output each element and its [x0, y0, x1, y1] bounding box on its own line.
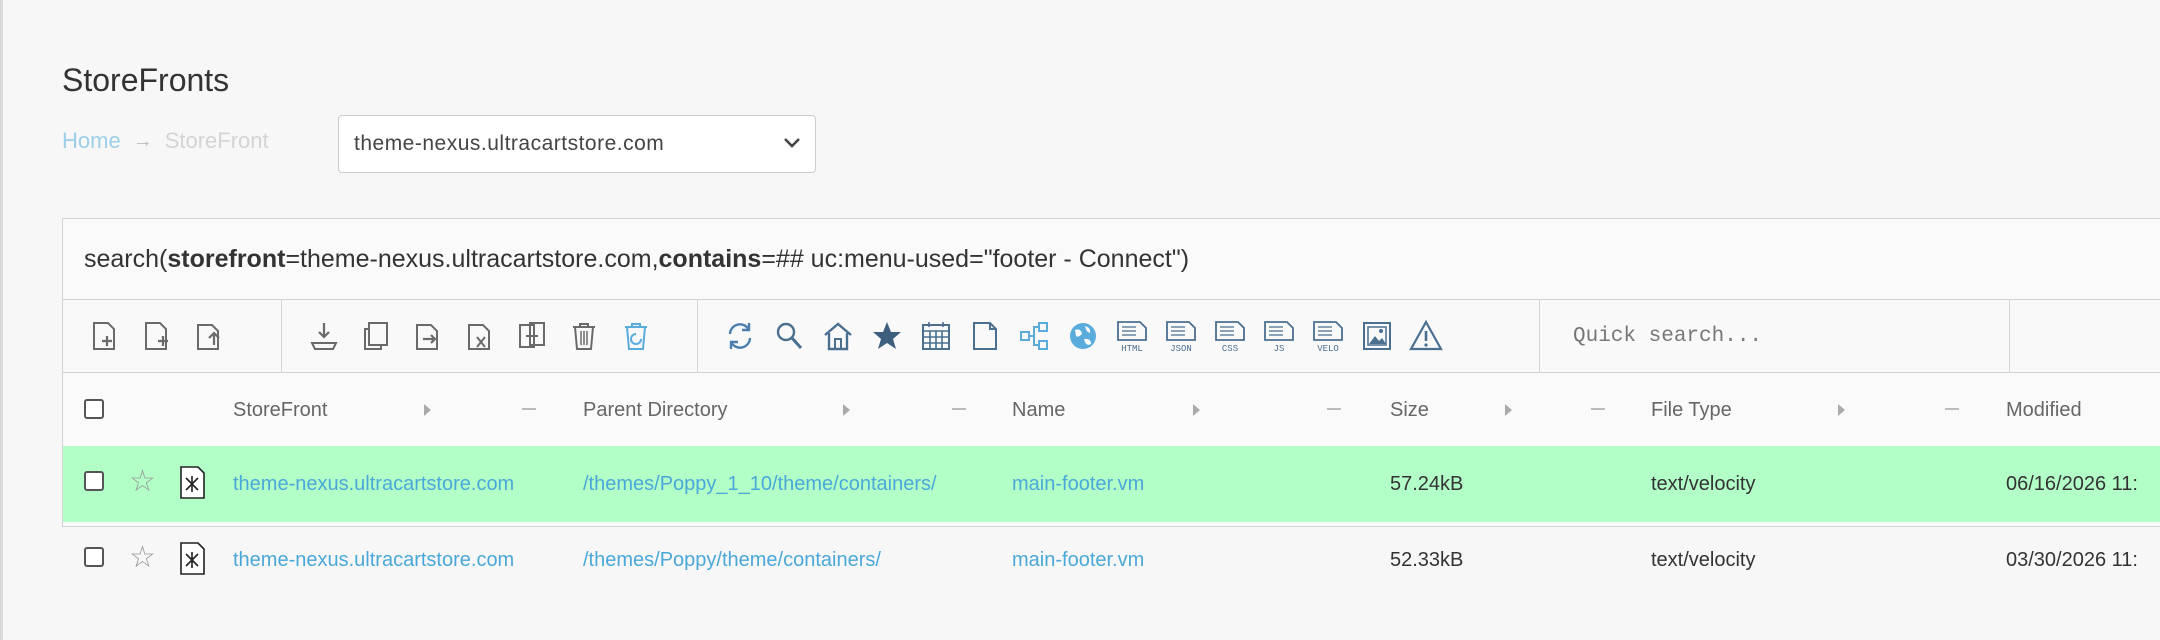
cell-size: 57.24kB: [1390, 472, 1464, 495]
column-filter-icon[interactable]: [1327, 408, 1341, 410]
globe-icon[interactable]: [1065, 318, 1101, 354]
cell-modified: 06/16/2026 11:: [2006, 472, 2138, 495]
folder-icon[interactable]: [967, 318, 1003, 354]
search-param-storefront-value: =theme-nexus.ultracartstore.com,: [285, 244, 659, 273]
hierarchy-icon[interactable]: [1016, 318, 1052, 354]
toolbar-group-create: [63, 300, 282, 372]
cell-size: 52.33kB: [1390, 548, 1464, 571]
velocity-file-icon: [180, 542, 205, 575]
copy-icon[interactable]: [358, 318, 394, 354]
file-browser-panel: search(storefront =theme-nexus.ultracarts…: [62, 218, 2160, 575]
search-param-contains-value: =## uc:menu-used="footer - Connect"): [761, 244, 1190, 273]
column-header-modified[interactable]: Modified: [2006, 373, 2082, 447]
toolbar: HTML JSON CSS JS VELO: [63, 300, 2160, 373]
upload-icon[interactable]: [191, 318, 227, 354]
column-filter-icon[interactable]: [522, 408, 536, 410]
warning-icon[interactable]: [1408, 318, 1444, 354]
storefront-select[interactable]: theme-nexus.ultracartstore.com: [338, 115, 816, 173]
js-icon[interactable]: JS: [1261, 318, 1297, 354]
sort-icon[interactable]: [1505, 404, 1512, 416]
favorite-star-icon[interactable]: ☆: [129, 464, 156, 499]
json-icon[interactable]: JSON: [1163, 318, 1199, 354]
quick-search: [1540, 300, 2010, 372]
svg-text:VELO: VELO: [1317, 344, 1339, 354]
move-icon[interactable]: [410, 318, 446, 354]
home-icon[interactable]: [820, 318, 856, 354]
column-header-file-type[interactable]: File Type: [1651, 373, 1732, 447]
delete-icon[interactable]: [566, 318, 602, 354]
search-prefix: search(: [84, 244, 168, 273]
quick-search-input[interactable]: [1571, 323, 1995, 349]
html-icon[interactable]: HTML: [1114, 318, 1150, 354]
toolbar-group-edit: [282, 300, 698, 372]
cell-storefront[interactable]: theme-nexus.ultracartstore.com: [233, 446, 514, 522]
sort-icon[interactable]: [1838, 404, 1845, 416]
search-param-contains-key: contains: [658, 244, 762, 273]
search-param-storefront-key: storefront: [167, 244, 286, 273]
cell-modified: 03/30/2026 11:: [2006, 548, 2138, 571]
cell-parent-directory[interactable]: /themes/Poppy_1_10/theme/containers/: [583, 446, 937, 522]
new-folder-icon[interactable]: [139, 318, 175, 354]
favorite-icon[interactable]: [869, 318, 905, 354]
svg-text:JSON: JSON: [1170, 344, 1192, 354]
select-all-checkbox[interactable]: [84, 399, 104, 419]
svg-text:CSS: CSS: [1222, 344, 1238, 354]
sort-icon[interactable]: [1193, 404, 1200, 416]
velo-icon[interactable]: VELO: [1310, 318, 1346, 354]
column-filter-icon[interactable]: [1945, 408, 1959, 410]
svg-text:HTML: HTML: [1121, 344, 1143, 354]
breadcrumb-home-link[interactable]: Home: [62, 128, 121, 154]
column-filter-icon[interactable]: [952, 408, 966, 410]
cell-file-type: text/velocity: [1651, 548, 1756, 571]
left-border: [0, 0, 3, 640]
breadcrumb-current: StoreFront: [164, 128, 269, 153]
rename-icon[interactable]: [462, 318, 498, 354]
table-header: StoreFront Parent Directory Name Size Fi…: [63, 373, 2160, 448]
cell-storefront[interactable]: theme-nexus.ultracartstore.com: [233, 522, 514, 598]
column-header-parent-directory[interactable]: Parent Directory: [583, 373, 728, 447]
css-icon[interactable]: CSS: [1212, 318, 1248, 354]
cell-name[interactable]: main-footer.vm: [1012, 522, 1144, 598]
table-row[interactable]: ☆ theme-nexus.ultracartstore.com /themes…: [63, 522, 2160, 598]
column-header-name[interactable]: Name: [1012, 373, 1065, 447]
image-icon[interactable]: [1359, 318, 1395, 354]
chevron-down-icon: [784, 138, 800, 148]
column-filter-icon[interactable]: [1591, 408, 1605, 410]
svg-text:JS: JS: [1274, 344, 1285, 354]
breadcrumb: Home → StoreFront: [62, 128, 269, 154]
breadcrumb-separator: →: [132, 129, 153, 152]
new-file-icon[interactable]: [87, 318, 123, 354]
cell-file-type: text/velocity: [1651, 472, 1756, 495]
restore-icon[interactable]: [618, 318, 654, 354]
sort-icon[interactable]: [424, 404, 431, 416]
velocity-file-icon: [180, 466, 205, 499]
page-title: StoreFronts: [62, 62, 230, 98]
sort-icon[interactable]: [843, 404, 850, 416]
row-checkbox[interactable]: [84, 471, 104, 491]
search-icon[interactable]: [771, 318, 807, 354]
cell-parent-directory[interactable]: /themes/Poppy/theme/containers/: [583, 522, 881, 598]
table-row[interactable]: ☆ theme-nexus.ultracartstore.com /themes…: [63, 446, 2160, 522]
column-header-size[interactable]: Size: [1390, 373, 1429, 447]
toolbar-group-navigate: HTML JSON CSS JS VELO: [698, 300, 1540, 372]
favorite-star-icon[interactable]: ☆: [129, 540, 156, 575]
storefront-select-value: theme-nexus.ultracartstore.com: [354, 132, 665, 155]
search-query: search(storefront =theme-nexus.ultracarts…: [63, 219, 2160, 300]
column-header-storefront[interactable]: StoreFront: [233, 373, 327, 447]
calendar-icon[interactable]: [918, 318, 954, 354]
cell-name[interactable]: main-footer.vm: [1012, 446, 1144, 522]
download-icon[interactable]: [306, 318, 342, 354]
compare-icon[interactable]: [514, 318, 550, 354]
refresh-icon[interactable]: [722, 318, 758, 354]
row-checkbox[interactable]: [84, 547, 104, 567]
